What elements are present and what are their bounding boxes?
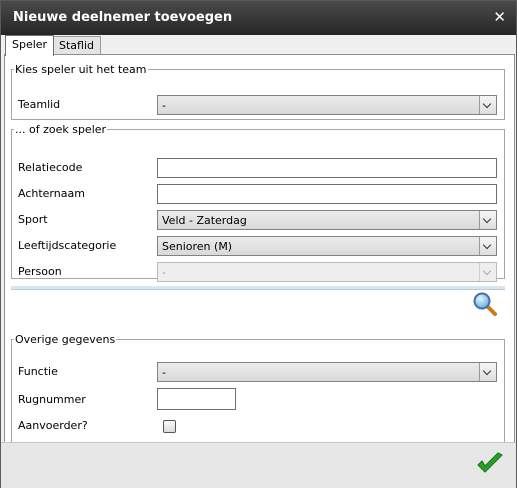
aanvoerder-label: Aanvoerder? — [18, 419, 88, 432]
achternaam-label: Achternaam — [18, 187, 85, 200]
relatiecode-label: Relatiecode — [18, 161, 83, 174]
chevron-down-icon[interactable] — [479, 211, 496, 229]
sport-label: Sport — [18, 213, 48, 226]
team-legend: Kies speler uit het team — [15, 63, 147, 76]
persoon-select: - — [157, 262, 497, 282]
sport-row: Sport Veld - Zaterdag — [18, 210, 498, 232]
functie-select[interactable]: - — [157, 362, 497, 382]
leeftijdscategorie-select[interactable]: Senioren (M) — [157, 236, 497, 256]
magnifier-icon[interactable] — [472, 291, 498, 317]
tab-speler[interactable]: Speler — [5, 35, 55, 56]
aanvoerder-row: Aanvoerder? — [18, 418, 498, 440]
teamlid-value: - — [162, 99, 166, 112]
section-divider — [11, 286, 505, 290]
achternaam-input[interactable] — [157, 184, 497, 204]
relatiecode-row: Relatiecode — [18, 158, 498, 180]
dialog: Nieuwe deelnemer toevoegen ✕ Speler Staf… — [0, 0, 517, 488]
chevron-down-icon[interactable] — [479, 96, 496, 114]
aanvoerder-checkbox[interactable] — [163, 420, 176, 433]
checkmark-icon[interactable] — [476, 451, 504, 477]
dialog-footer — [1, 442, 516, 488]
tab-content: Kies speler uit het team Teamlid - ... o… — [4, 54, 515, 443]
persoon-value: - — [162, 266, 166, 279]
teamlid-row: Teamlid - — [18, 95, 498, 117]
search-legend: ... of zoek speler — [15, 123, 107, 136]
teamlid-label: Teamlid — [18, 98, 61, 111]
chevron-down-icon — [479, 263, 496, 281]
persoon-row: Persoon - — [18, 262, 498, 284]
functie-row: Functie - — [18, 362, 498, 384]
rugnummer-input[interactable] — [157, 388, 236, 410]
team-fieldset: Kies speler uit het team Teamlid - — [11, 63, 505, 120]
other-legend: Overige gegevens — [15, 333, 116, 346]
other-fieldset: Overige gegevens Functie - Rugnummer Aan… — [11, 333, 505, 442]
chevron-down-icon[interactable] — [479, 363, 496, 381]
tab-staflid[interactable]: Staflid — [52, 36, 102, 55]
chevron-down-icon[interactable] — [479, 237, 496, 255]
title-bar[interactable]: Nieuwe deelnemer toevoegen ✕ — [1, 1, 516, 35]
functie-value: - — [162, 366, 166, 379]
relatiecode-input[interactable] — [157, 158, 497, 178]
search-fieldset: ... of zoek speler Relatiecode Achternaa… — [11, 123, 505, 282]
teamlid-select[interactable]: - — [157, 95, 497, 115]
sport-value: Veld - Zaterdag — [162, 214, 247, 227]
sport-select[interactable]: Veld - Zaterdag — [157, 210, 497, 230]
leeftijdscategorie-value: Senioren (M) — [162, 240, 233, 253]
achternaam-row: Achternaam — [18, 184, 498, 206]
close-icon[interactable]: ✕ — [493, 8, 506, 26]
rugnummer-label: Rugnummer — [18, 393, 86, 406]
leeftijdscategorie-row: Leeftijdscategorie Senioren (M) — [18, 236, 498, 258]
dialog-title: Nieuwe deelnemer toevoegen — [13, 10, 233, 25]
persoon-label: Persoon — [18, 265, 62, 278]
rugnummer-row: Rugnummer — [18, 388, 498, 410]
functie-label: Functie — [18, 365, 58, 378]
leeftijdscategorie-label: Leeftijdscategorie — [18, 239, 117, 252]
